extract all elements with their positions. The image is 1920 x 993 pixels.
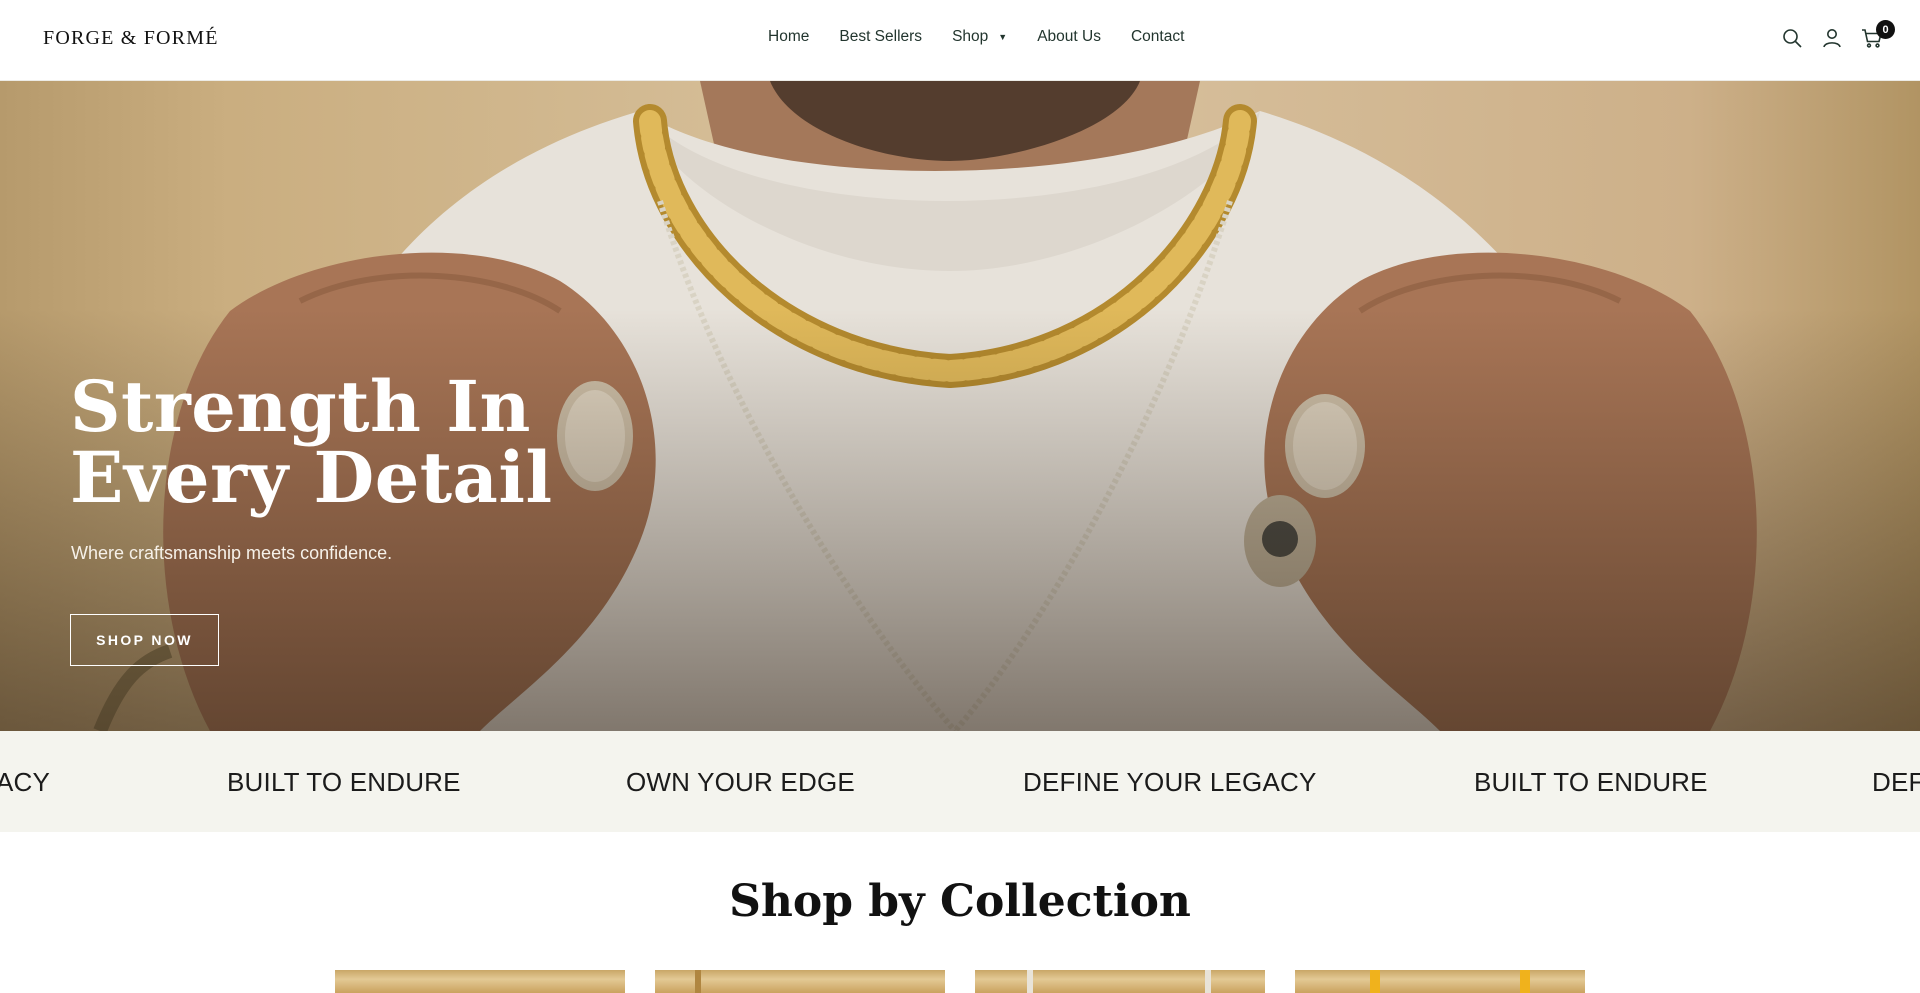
account-icon[interactable] [1820,26,1844,50]
hero-title-line-2: Every Detail [70,436,553,519]
collection-card[interactable] [975,970,1265,993]
nav-about-us[interactable]: About Us [1037,28,1101,46]
collection-card[interactable] [1295,970,1585,993]
header-actions: 0 [1764,20,1895,50]
tagline-marquee: ACY BUILT TO ENDURE OWN YOUR EDGE DEFINE… [0,731,1920,832]
nav-shop[interactable]: Shop ▼ [952,28,1007,46]
hero-title: Strength In Every Detail [70,371,630,513]
nav-contact[interactable]: Contact [1131,28,1184,46]
chain-image [1520,970,1530,993]
nav-home[interactable]: Home [768,28,809,46]
marquee-item: DEF [1872,767,1920,797]
chain-image [1370,970,1380,993]
brand-logo[interactable]: FORGE & FORMÉ [43,27,219,50]
marquee-item: DEFINE YOUR LEGACY [1023,767,1317,797]
nav-best-sellers[interactable]: Best Sellers [839,28,922,46]
chain-image [1205,970,1211,993]
marquee-item: ACY [0,767,51,797]
marquee-item: BUILT TO ENDURE [1474,767,1708,797]
shop-now-button[interactable]: SHOP NOW [70,614,219,666]
collection-card[interactable] [335,970,625,993]
chain-image [1027,970,1033,993]
collection-card[interactable] [655,970,945,993]
chain-image [695,970,701,993]
hero-banner: Strength In Every Detail Where craftsman… [0,81,1920,731]
nav-shop-label: Shop [952,28,989,45]
cart-icon[interactable]: 0 [1860,20,1895,50]
search-icon[interactable] [1780,26,1804,50]
site-header: FORGE & FORMÉ Home Best Sellers Shop ▼ A… [0,0,1920,81]
hero-subtitle: Where craftsmanship meets confidence. [71,543,393,563]
chevron-down-icon: ▼ [998,31,1008,42]
marquee-item: BUILT TO ENDURE [227,767,461,797]
collection-grid [335,970,1615,993]
marquee-item: OWN YOUR EDGE [626,767,855,797]
cart-count-badge: 0 [1876,20,1895,39]
section-title: Shop by Collection [729,876,1191,927]
main-nav: Home Best Sellers Shop ▼ About Us Contac… [768,28,1214,46]
